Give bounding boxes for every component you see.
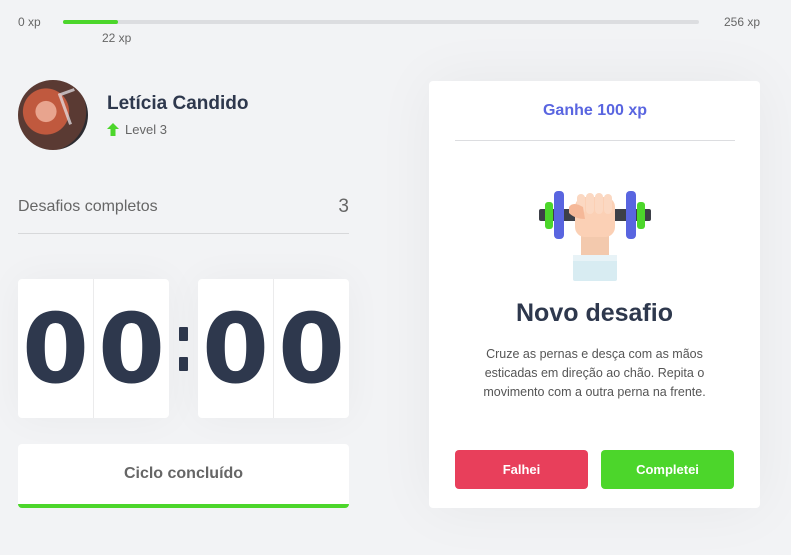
countdown-second-tens: 0 [198, 279, 274, 418]
completed-challenges: Desafios completos 3 [18, 196, 349, 234]
countdown-minute-ones: 0 [98, 292, 165, 405]
xp-min-label: 0 xp [18, 15, 41, 29]
countdown: 0 0 0 0 [18, 279, 349, 418]
countdown-second-ones: 0 [278, 292, 345, 405]
xp-progress-track [63, 20, 699, 24]
experience-bar: 0 xp 22 xp 256 xp [0, 0, 791, 50]
profile: Letícia Candido Level 3 [18, 80, 248, 150]
challenge-reward: Ganhe 100 xp [455, 81, 735, 141]
challenge-completed-button[interactable]: Completei [601, 450, 734, 489]
challenge-failed-button[interactable]: Falhei [455, 450, 588, 489]
xp-current-label: 22 xp [101, 31, 132, 45]
countdown-separator [169, 326, 198, 371]
challenge-title: Novo desafio [516, 299, 673, 327]
profile-level-label: Level 3 [125, 122, 167, 137]
profile-level: Level 3 [107, 122, 248, 137]
level-up-arrow-icon [107, 123, 119, 136]
xp-max-label: 256 xp [723, 15, 760, 29]
challenge-description: Cruze as pernas e desça com as mãos esti… [483, 347, 706, 399]
completed-challenges-label: Desafios completos [18, 198, 158, 215]
countdown-minutes: 0 0 [18, 279, 169, 418]
profile-info: Letícia Candido Level 3 [107, 93, 248, 137]
completed-challenges-count: 3 [338, 196, 349, 217]
profile-name: Letícia Candido [107, 93, 249, 114]
dumbbell-icon [539, 191, 651, 281]
challenge-card: Ganhe 100 xp Novo desafio Cruze as perna [429, 81, 760, 508]
countdown-minute-tens: 0 [18, 279, 94, 418]
cycle-completed-button[interactable]: Ciclo concluído [18, 444, 349, 508]
xp-progress-fill [63, 20, 118, 24]
avatar [18, 80, 88, 150]
countdown-seconds: 0 0 [198, 279, 349, 418]
move-it-page: 0 xp 22 xp 256 xp Letícia Candido Level … [0, 0, 791, 555]
